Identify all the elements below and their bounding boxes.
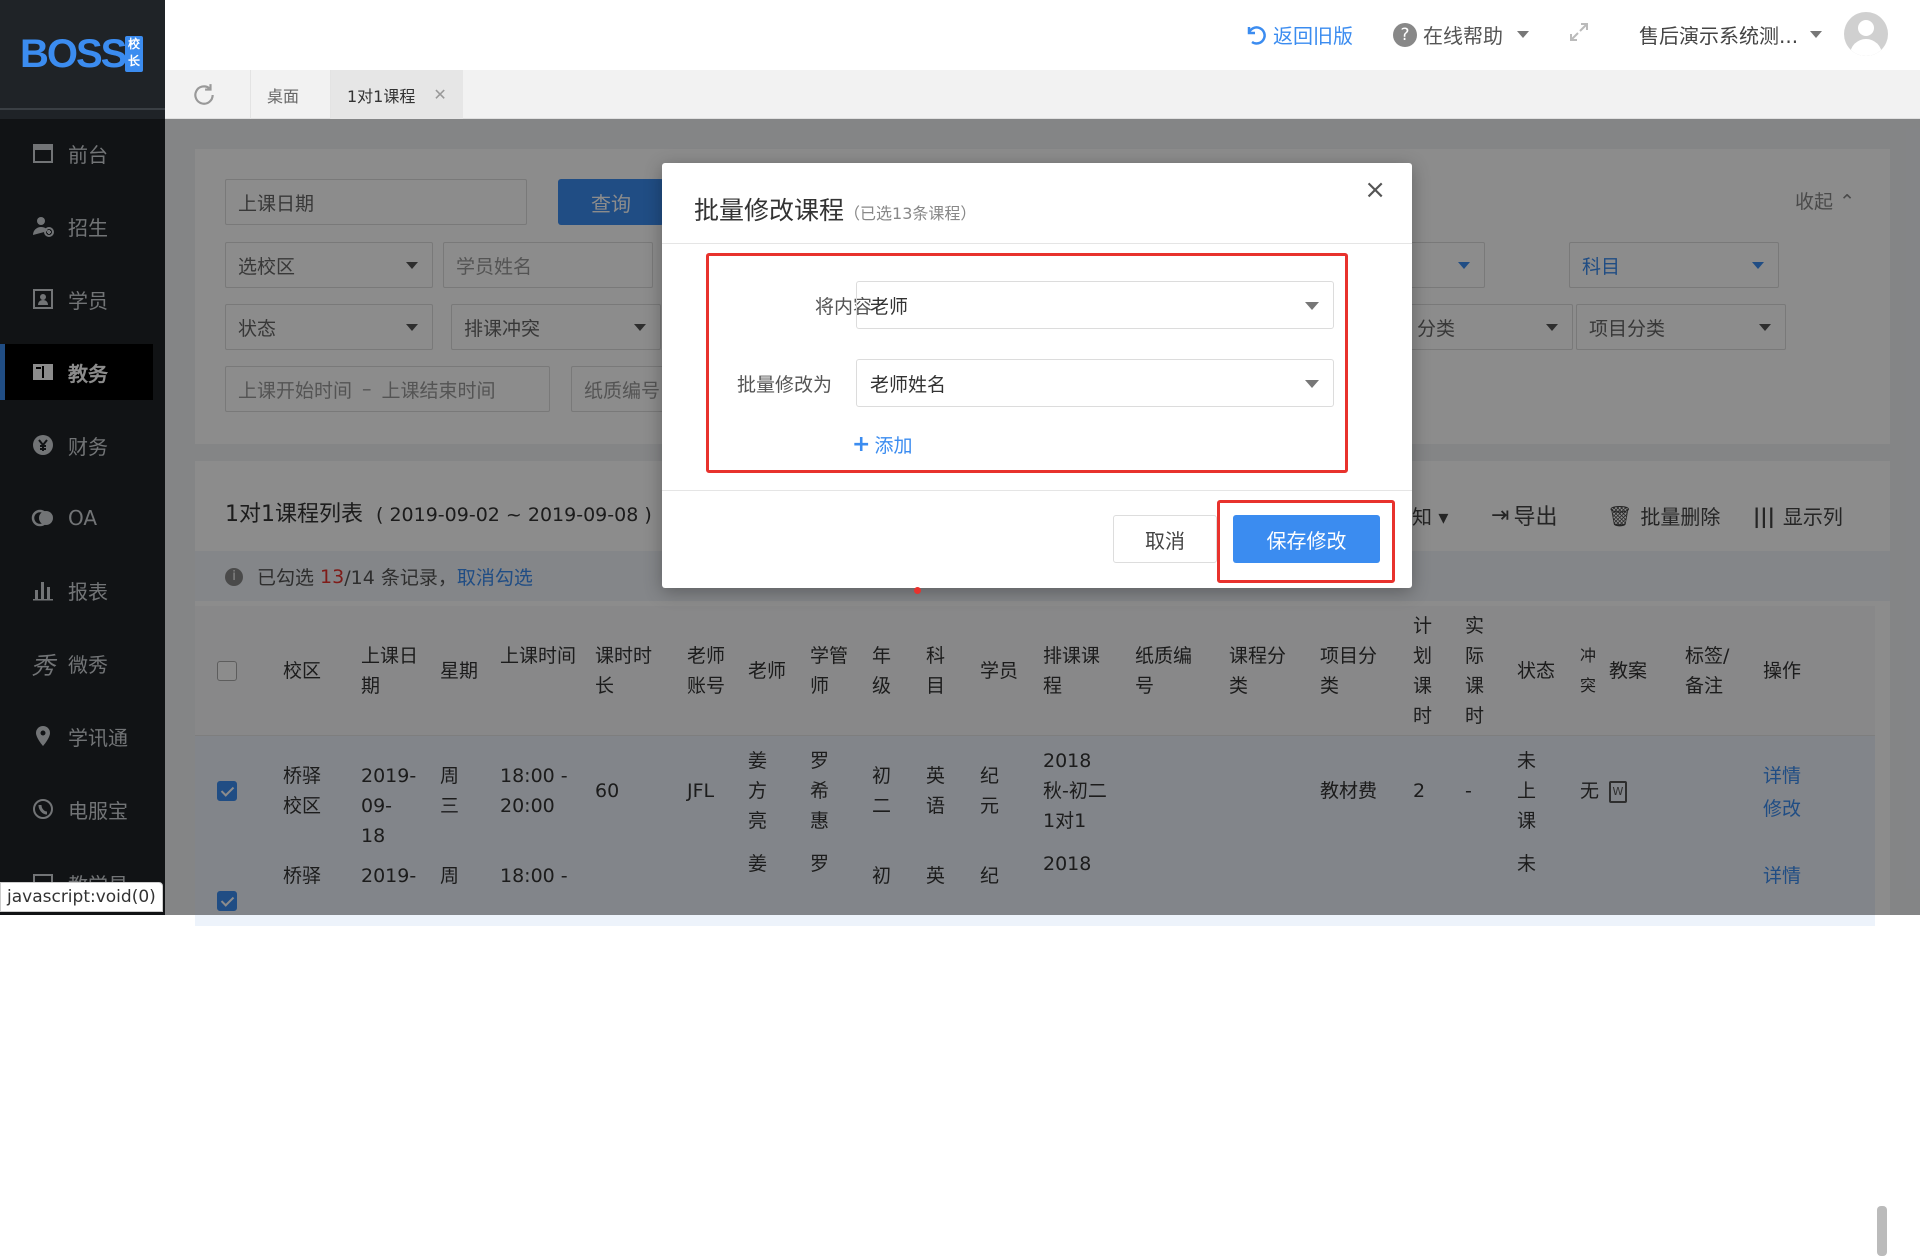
help-icon: ? <box>1393 22 1417 47</box>
chevron-down-icon <box>1810 31 1823 38</box>
cancel-button[interactable]: 取消 <box>1113 515 1217 563</box>
chevron-down-icon <box>1305 302 1319 310</box>
tab-label: 桌面 <box>267 86 300 106</box>
back-old-version-link[interactable]: 返回旧版 <box>1243 20 1353 49</box>
add-field-button[interactable]: + 添加 <box>852 431 912 458</box>
browser-status-bar: javascript:void(0) <box>0 882 163 912</box>
batch-edit-modal: 批量修改课程（已选13条课程） × 将内容 老师 批量修改为 老师姓名 + 添加 … <box>662 163 1412 594</box>
close-icon[interactable]: × <box>1364 175 1386 205</box>
chevron-down-icon <box>1517 31 1529 38</box>
modal-title-row: 批量修改课程（已选13条课程） <box>694 191 976 227</box>
save-button[interactable]: 保存修改 <box>1233 515 1380 563</box>
field-label: 将内容 <box>814 296 872 318</box>
tab-label: 1对1课程 <box>347 86 416 106</box>
teacher-name-placeholder: 老师姓名 <box>870 373 947 396</box>
sidebar-divider <box>0 108 165 110</box>
add-label: 添加 <box>874 435 913 457</box>
chevron-down-icon <box>1305 380 1319 388</box>
scrollbar[interactable] <box>1877 1206 1887 1256</box>
refresh-icon[interactable] <box>191 82 217 112</box>
close-icon[interactable]: ✕ <box>433 85 446 104</box>
logo-text: BOSS <box>20 32 127 76</box>
tab-bar: 桌面 1对1课程 ✕ <box>165 70 1920 119</box>
save-label: 保存修改 <box>1266 528 1347 553</box>
modal-divider <box>662 490 1412 491</box>
field-select[interactable]: 老师 <box>856 281 1334 329</box>
tab-one-on-one[interactable]: 1对1课程 ✕ <box>330 70 463 119</box>
teacher-name-select[interactable]: 老师姓名 <box>856 359 1334 407</box>
modal-title: 批量修改课程 <box>694 196 845 225</box>
fullscreen-icon[interactable] <box>1567 20 1591 44</box>
modal-divider <box>662 243 1412 244</box>
online-help-label: 在线帮助 <box>1423 24 1503 48</box>
undo-icon <box>1243 23 1267 47</box>
avatar[interactable] <box>1844 12 1888 56</box>
cancel-label: 取消 <box>1145 528 1185 553</box>
tab-desktop[interactable]: 桌面 <box>250 70 315 119</box>
field-select-value: 老师 <box>870 295 909 318</box>
top-header: 返回旧版 ? 在线帮助 售后演示系统测... <box>165 0 1920 70</box>
modal-subtitle: （已选13条课程） <box>844 204 977 223</box>
user-menu[interactable]: 售后演示系统测... <box>1639 20 1823 49</box>
logo-tag: 校长 <box>125 36 143 72</box>
status-url: javascript:void(0) <box>7 887 156 907</box>
cursor-dot <box>914 587 921 594</box>
user-name: 售后演示系统测... <box>1639 24 1799 48</box>
back-old-version-label: 返回旧版 <box>1273 24 1353 48</box>
online-help-menu[interactable]: ? 在线帮助 <box>1393 20 1529 49</box>
logo[interactable]: BOSS 校长 <box>20 34 145 74</box>
change-to-label: 批量修改为 <box>736 374 832 396</box>
plus-icon: + <box>852 432 871 457</box>
